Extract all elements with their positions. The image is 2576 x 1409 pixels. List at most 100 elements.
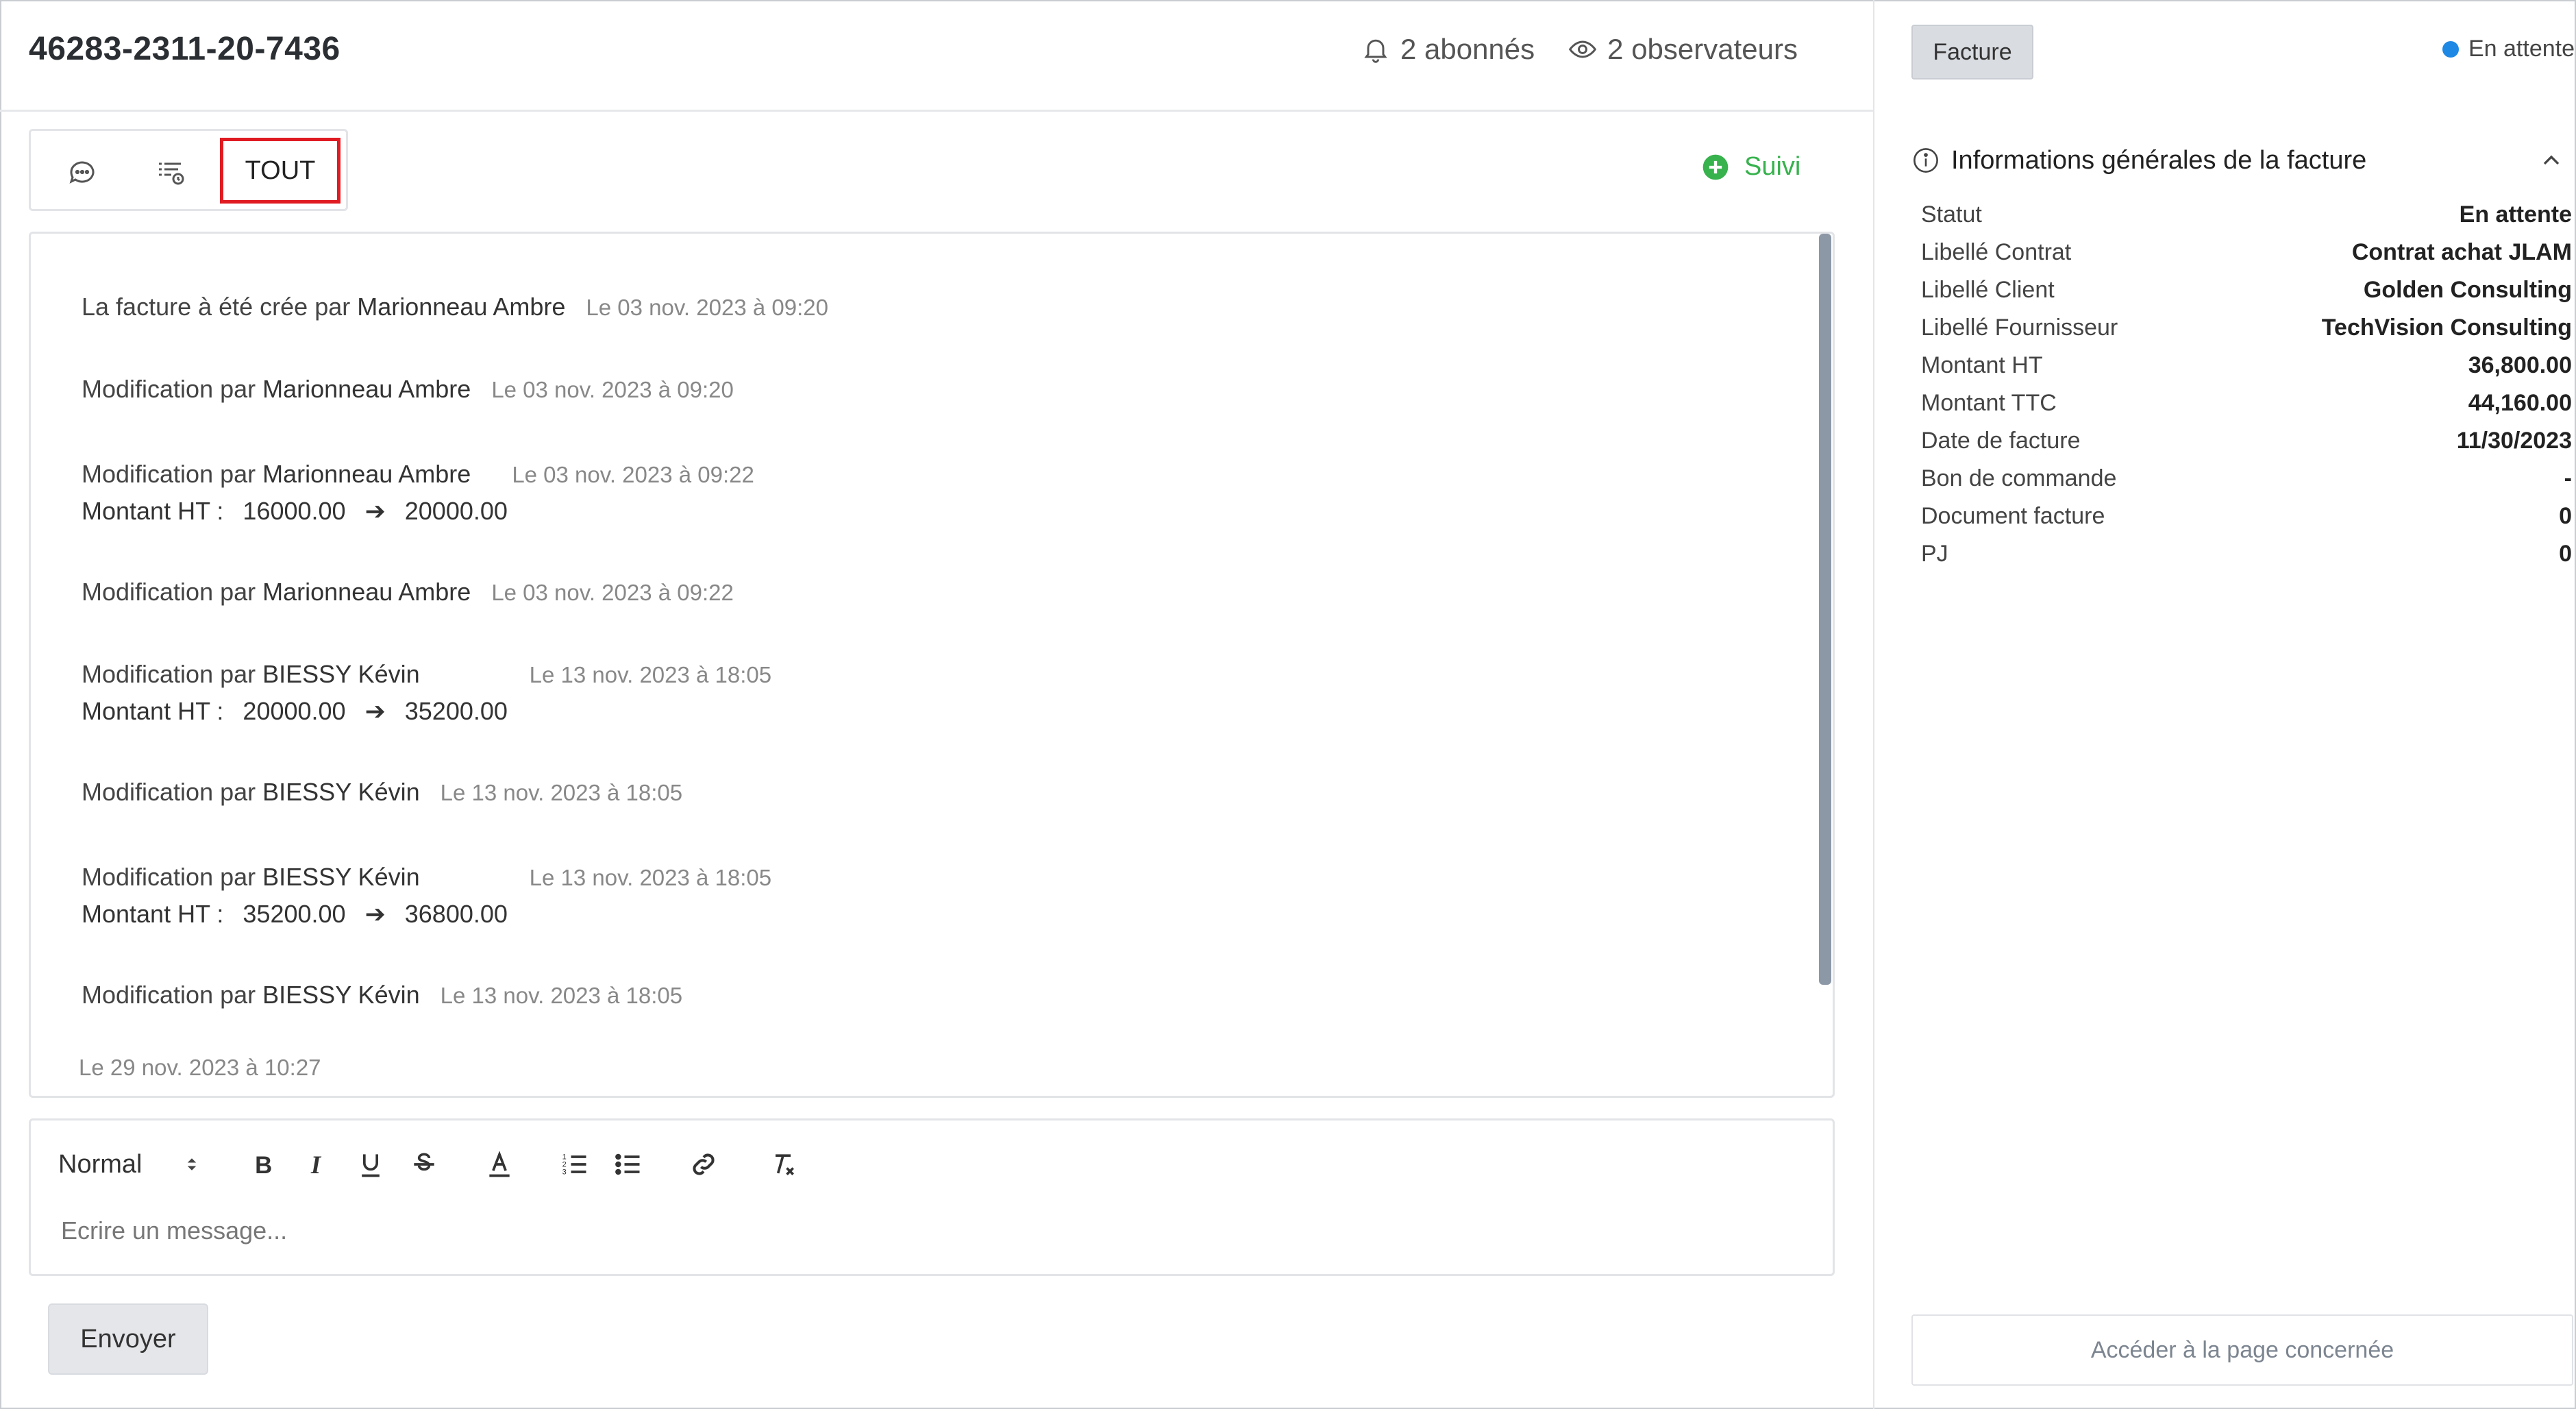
send-button[interactable]: Envoyer [48, 1303, 208, 1375]
svg-text:B: B [255, 1152, 272, 1179]
change-to: 35200.00 [404, 697, 508, 725]
strike-button[interactable] [404, 1145, 445, 1184]
info-value: 0 [2559, 541, 2572, 567]
info-row: Statut En attente [1921, 196, 2572, 234]
info-icon [1914, 148, 1938, 173]
event-text: Modification par [82, 375, 256, 403]
clear-format-button[interactable] [763, 1145, 804, 1184]
info-row: Libellé Fournisseur TechVision Consulting [1921, 309, 2572, 347]
message-input[interactable]: Ecrire un message... [61, 1216, 287, 1245]
activity-timeline[interactable]: La facture à été crée par Marionneau Ambr… [29, 232, 1835, 1098]
svg-text:3: 3 [562, 1168, 567, 1177]
info-value: 11/30/2023 [2456, 428, 2572, 454]
tab-comments[interactable] [58, 143, 106, 201]
bullet-list-button[interactable] [608, 1145, 649, 1184]
info-value: 0 [2559, 503, 2572, 529]
comment-icon [69, 161, 95, 184]
info-value: 36,800.00 [2468, 352, 2572, 378]
bullet-list-icon [615, 1153, 640, 1175]
bell-icon [1364, 39, 1387, 63]
event-date: Le 13 nov. 2023 à 18:05 [529, 662, 772, 687]
info-key: Montant HT [1921, 352, 2043, 378]
status-label: En attente [2468, 36, 2575, 62]
event-user: Marionneau Ambre [262, 460, 471, 488]
invoice-info-table: Statut En attente Libellé Contrat Contrat … [1921, 196, 2572, 573]
follow-button[interactable]: Suivi [1702, 152, 1800, 182]
italic-button[interactable]: I [297, 1145, 338, 1184]
tab-all[interactable]: TOUT [220, 138, 340, 204]
event-user: BIESSY Kévin [262, 863, 420, 891]
tab-history[interactable] [147, 143, 195, 201]
ordered-list-icon: 123 [562, 1153, 586, 1177]
text-color-icon [489, 1151, 510, 1177]
event-date: Le 13 nov. 2023 à 18:05 [440, 983, 683, 1008]
document-type-button[interactable]: Facture [1911, 25, 2033, 79]
strikethrough-icon [414, 1153, 434, 1171]
link-button[interactable] [683, 1145, 724, 1184]
format-select[interactable]: Normal [58, 1145, 209, 1184]
timeline-event: Le 29 nov. 2023 à 10:27 [79, 1055, 321, 1081]
bold-button[interactable]: B [243, 1145, 284, 1184]
info-key: PJ [1921, 541, 1948, 567]
change-field: Montant HT : [82, 900, 224, 928]
info-key: Statut [1921, 201, 1982, 228]
text-color-button[interactable] [479, 1145, 520, 1184]
follow-label: Suivi [1744, 152, 1801, 181]
activity-pane: 46283-2311-20-7436 2 abonnés 2 observate… [0, 0, 1873, 1406]
link-icon [693, 1153, 715, 1175]
format-select-value: Normal [58, 1149, 143, 1179]
info-key: Document facture [1921, 503, 2105, 529]
message-editor: Normal B I 123 Ecrire un message... [29, 1118, 1835, 1276]
info-key: Libellé Client [1921, 277, 2055, 303]
event-date: Le 29 nov. 2023 à 10:27 [79, 1055, 321, 1080]
event-text: Modification par [82, 778, 256, 806]
details-pane: Facture En attente Informations générale… [1874, 0, 2575, 1406]
change-field: Montant HT : [82, 497, 224, 525]
info-row: Montant HT 36,800.00 [1921, 347, 2572, 384]
subscribers[interactable]: 2 abonnés [1361, 33, 1535, 66]
observers[interactable]: 2 observateurs [1568, 33, 1798, 66]
underline-button[interactable] [350, 1145, 391, 1184]
timeline-event: Modification par BIESSY Kévin Le 13 nov. 2… [82, 660, 771, 726]
event-text: Modification par [82, 981, 256, 1009]
change-from: 16000.00 [243, 497, 346, 525]
timeline-event: Modification par BIESSY Kévin Le 13 nov. 2… [82, 778, 682, 807]
change-to: 36800.00 [404, 900, 508, 928]
timeline-scrollbar[interactable] [1816, 234, 1833, 1096]
editor-toolbar: Normal B I 123 [58, 1145, 804, 1184]
scroll-thumb[interactable] [1819, 234, 1831, 985]
change-to: 20000.00 [404, 497, 508, 525]
event-text: Modification par [82, 578, 256, 606]
event-text: Modification par [82, 460, 256, 488]
event-text: Modification par [82, 660, 256, 688]
timeline-event: Modification par Marionneau Ambre Le 03 no… [82, 578, 734, 607]
svg-text:I: I [310, 1151, 322, 1179]
ordered-list-button[interactable]: 123 [554, 1145, 595, 1184]
timeline-event: Modification par BIESSY Kévin Le 13 nov. 2… [82, 981, 682, 1009]
subscribers-label: 2 abonnés [1400, 33, 1535, 65]
clear-format-icon [776, 1154, 794, 1175]
bold-icon: B [255, 1152, 272, 1179]
info-row: Document facture 0 [1921, 498, 2572, 535]
italic-icon: I [310, 1151, 322, 1179]
section-header[interactable]: Informations générales de la facture [1911, 140, 2569, 181]
event-user: Marionneau Ambre [262, 375, 471, 403]
info-key: Montant TTC [1921, 390, 2057, 416]
change-field: Montant HT : [82, 697, 224, 725]
info-value: Golden Consulting [2363, 277, 2572, 303]
header-bar: 46283-2311-20-7436 2 abonnés 2 observate… [0, 0, 1873, 112]
info-value: En attente [2459, 201, 2572, 228]
info-key: Bon de commande [1921, 465, 2117, 491]
chevron-up-icon[interactable] [2538, 147, 2565, 174]
header-meta: 2 abonnés 2 observateurs [1361, 33, 1798, 66]
arrow-right-icon: ➔ [364, 900, 386, 928]
goto-page-button[interactable]: Accéder à la page concernée [1911, 1314, 2573, 1386]
info-key: Date de facture [1921, 428, 2081, 454]
info-value: 44,160.00 [2468, 390, 2572, 416]
event-date: Le 03 nov. 2023 à 09:22 [491, 580, 734, 605]
info-value: Contrat achat JLAM [2351, 239, 2572, 265]
event-date: Le 03 nov. 2023 à 09:22 [512, 462, 754, 487]
change-from: 35200.00 [243, 900, 346, 928]
status-indicator: En attente [2442, 36, 2575, 62]
timeline-event: La facture à été crée par Marionneau Ambr… [82, 293, 828, 321]
